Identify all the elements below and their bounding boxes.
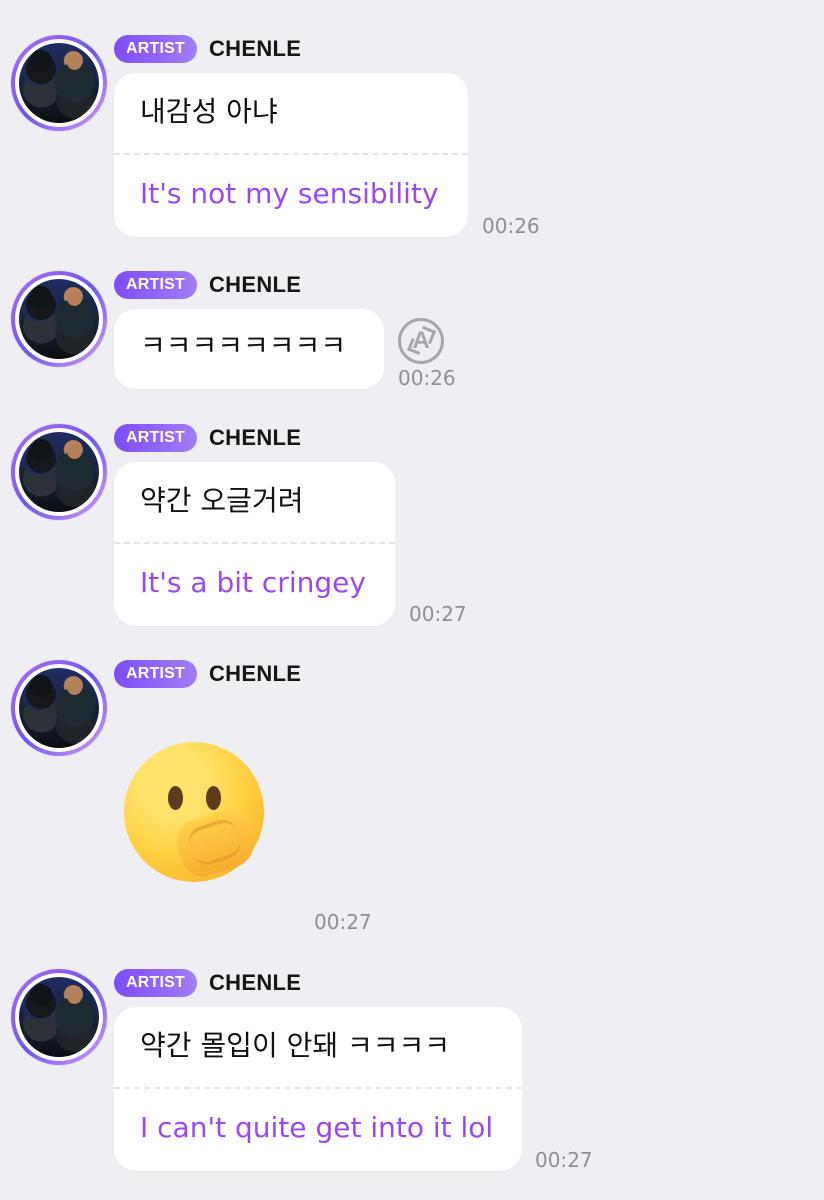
avatar[interactable] bbox=[11, 424, 107, 520]
avatar-ring bbox=[15, 428, 103, 516]
artist-name: CHENLE bbox=[208, 36, 302, 61]
translated-message-text: It's not my sensibility bbox=[140, 177, 439, 210]
avatar-ring bbox=[15, 973, 103, 1061]
message-header: ARTIST CHENLE bbox=[114, 660, 301, 688]
korean-message-text: 약간 오글거려 bbox=[140, 484, 304, 517]
avatar-ring bbox=[15, 39, 103, 127]
avatar-photo bbox=[19, 432, 99, 512]
artist-name: CHENLE bbox=[208, 970, 302, 995]
message-time: 00:26 bbox=[398, 366, 456, 390]
emoji-face bbox=[124, 742, 264, 883]
message-bubble[interactable]: 약간 오글거려 It's a bit cringey bbox=[114, 462, 395, 626]
artist-badge: ARTIST bbox=[114, 969, 197, 997]
avatar[interactable] bbox=[11, 271, 107, 367]
translated-message-text: It's a bit cringey bbox=[140, 566, 366, 599]
korean-message-text: 약간 몰입이 안돼 ㅋㅋㅋㅋ bbox=[140, 1029, 451, 1062]
hand-over-mouth-emoji bbox=[124, 742, 274, 892]
avatar-ring bbox=[15, 275, 103, 363]
emoji-left-eye bbox=[168, 786, 183, 810]
korean-message-text: 내감성 아냐 bbox=[140, 95, 278, 128]
message-time: 00:27 bbox=[535, 1148, 593, 1172]
message-bubble[interactable]: 내감성 아냐 It's not my sensibility bbox=[114, 73, 468, 237]
message-header: ARTIST CHENLE bbox=[114, 424, 301, 452]
avatar[interactable] bbox=[11, 35, 107, 131]
artist-badge: ARTIST bbox=[114, 35, 197, 63]
message-bubble[interactable]: ㅋㅋㅋㅋㅋㅋㅋㅋ bbox=[114, 309, 384, 389]
avatar-photo bbox=[19, 977, 99, 1057]
translation-divider bbox=[114, 1087, 522, 1089]
translate-icon[interactable]: A bbox=[398, 318, 444, 364]
avatar-photo bbox=[19, 43, 99, 123]
artist-name: CHENLE bbox=[208, 425, 302, 450]
translation-divider bbox=[114, 542, 395, 544]
message-time: 00:26 bbox=[482, 214, 540, 238]
message-header: ARTIST CHENLE bbox=[114, 271, 301, 299]
message-bubble[interactable]: 약간 몰입이 안돼 ㅋㅋㅋㅋ I can't quite get into it… bbox=[114, 1007, 522, 1171]
artist-badge: ARTIST bbox=[114, 660, 197, 688]
avatar-photo bbox=[19, 279, 99, 359]
artist-name: CHENLE bbox=[208, 661, 302, 686]
artist-name: CHENLE bbox=[208, 272, 302, 297]
avatar[interactable] bbox=[11, 660, 107, 756]
translated-message-text: I can't quite get into it lol bbox=[140, 1111, 494, 1144]
message-header: ARTIST CHENLE bbox=[114, 35, 301, 63]
avatar-photo bbox=[19, 668, 99, 748]
translate-label: A bbox=[412, 327, 430, 354]
korean-message-text: ㅋㅋㅋㅋㅋㅋㅋㅋ bbox=[140, 329, 347, 362]
emoji-hand bbox=[170, 803, 262, 883]
avatar[interactable] bbox=[11, 969, 107, 1065]
artist-badge: ARTIST bbox=[114, 424, 197, 452]
translation-divider bbox=[114, 153, 468, 155]
message-time: 00:27 bbox=[409, 602, 467, 626]
message-time: 00:27 bbox=[314, 910, 372, 934]
emoji-right-eye bbox=[206, 786, 221, 810]
artist-badge: ARTIST bbox=[114, 271, 197, 299]
message-header: ARTIST CHENLE bbox=[114, 969, 301, 997]
avatar-ring bbox=[15, 664, 103, 752]
